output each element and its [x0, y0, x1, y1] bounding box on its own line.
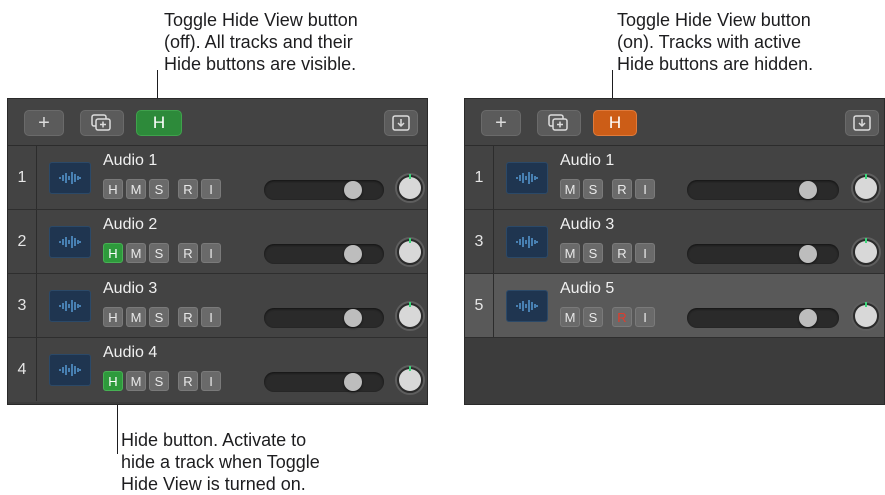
pan-knob[interactable]	[395, 173, 425, 203]
add-track-button[interactable]: +	[24, 110, 64, 136]
record-enable-button[interactable]: R	[178, 243, 198, 263]
input-monitoring-button[interactable]: I	[201, 307, 221, 327]
track-number: 1	[8, 146, 37, 209]
volume-slider[interactable]	[687, 180, 839, 200]
solo-button[interactable]: S	[583, 179, 603, 199]
download-icon	[392, 115, 410, 131]
mute-button[interactable]: M	[560, 243, 580, 263]
download-button[interactable]	[384, 110, 418, 136]
track-row[interactable]: 3 Audio 3 M S R I	[465, 210, 884, 274]
audio-waveform-icon	[506, 290, 548, 322]
solo-button[interactable]: S	[149, 307, 169, 327]
toolbar: + H	[465, 99, 884, 146]
mute-button[interactable]: M	[126, 243, 146, 263]
add-track-button[interactable]: +	[481, 110, 521, 136]
plus-icon: +	[38, 111, 50, 134]
mute-button[interactable]: M	[560, 307, 580, 327]
add-folder-button[interactable]	[80, 110, 124, 136]
record-enable-button[interactable]: R	[612, 243, 632, 263]
toolbar: + H	[8, 99, 427, 146]
record-enable-button[interactable]: R	[178, 371, 198, 391]
track-number: 5	[465, 274, 494, 337]
folder-plus-icon	[91, 114, 111, 131]
track-number: 3	[8, 274, 37, 337]
track-number: 2	[8, 210, 37, 273]
track-list: 1 Audio 1 M S R I 3 Audio 3 M S R I 5 Au…	[465, 146, 884, 404]
track-name[interactable]: Audio 2	[103, 216, 157, 234]
track-number: 3	[465, 210, 494, 273]
hide-button[interactable]: H	[103, 243, 123, 263]
download-icon	[853, 115, 871, 131]
track-name[interactable]: Audio 3	[560, 216, 614, 234]
toggle-hide-view-button[interactable]: H	[136, 110, 182, 136]
folder-plus-icon	[548, 114, 568, 131]
audio-waveform-icon	[506, 226, 548, 258]
track-header-panel-right: + H 1 Audio 1 M S R I 3 Audio 3 M S R I …	[464, 98, 885, 405]
track-number: 4	[8, 338, 37, 401]
callout-hide-button: Hide button. Activate to hide a track wh…	[121, 430, 320, 494]
solo-button[interactable]: S	[149, 179, 169, 199]
track-row[interactable]: 3 Audio 3 H M S R I	[8, 274, 427, 338]
track-name[interactable]: Audio 5	[560, 280, 614, 298]
pan-knob[interactable]	[851, 301, 881, 331]
pan-knob[interactable]	[395, 237, 425, 267]
audio-waveform-icon	[49, 162, 91, 194]
solo-button[interactable]: S	[149, 371, 169, 391]
input-monitoring-button[interactable]: I	[635, 179, 655, 199]
pan-knob[interactable]	[851, 173, 881, 203]
track-name[interactable]: Audio 1	[560, 152, 614, 170]
solo-button[interactable]: S	[583, 243, 603, 263]
input-monitoring-button[interactable]: I	[201, 179, 221, 199]
audio-waveform-icon	[49, 354, 91, 386]
callout-hide-view-off: Toggle Hide View button (off). All track…	[164, 10, 358, 74]
add-folder-button[interactable]	[537, 110, 581, 136]
volume-slider[interactable]	[264, 244, 384, 264]
pan-knob[interactable]	[395, 365, 425, 395]
callout-hide-view-on: Toggle Hide View button (on). Tracks wit…	[617, 10, 814, 74]
download-button[interactable]	[845, 110, 879, 136]
input-monitoring-button[interactable]: I	[635, 243, 655, 263]
solo-button[interactable]: S	[583, 307, 603, 327]
mute-button[interactable]: M	[560, 179, 580, 199]
hide-button[interactable]: H	[103, 307, 123, 327]
track-row-selected[interactable]: 5 Audio 5 M S R I	[465, 274, 884, 338]
audio-waveform-icon	[49, 290, 91, 322]
record-enable-button[interactable]: R	[178, 307, 198, 327]
mute-button[interactable]: M	[126, 179, 146, 199]
plus-icon: +	[495, 111, 507, 134]
volume-slider[interactable]	[687, 308, 839, 328]
track-name[interactable]: Audio 1	[103, 152, 157, 170]
volume-slider[interactable]	[687, 244, 839, 264]
track-number: 1	[465, 146, 494, 209]
hide-button[interactable]: H	[103, 179, 123, 199]
audio-waveform-icon	[506, 162, 548, 194]
track-row[interactable]: 2 Audio 2 H M S R I	[8, 210, 427, 274]
mute-button[interactable]: M	[126, 307, 146, 327]
hide-button[interactable]: H	[103, 371, 123, 391]
track-row[interactable]: 1 Audio 1 M S R I	[465, 146, 884, 210]
volume-slider[interactable]	[264, 308, 384, 328]
pan-knob[interactable]	[395, 301, 425, 331]
volume-slider[interactable]	[264, 180, 384, 200]
record-enable-button[interactable]: R	[178, 179, 198, 199]
track-header-panel-left: + H 1 Audio 1 H M S R I 2 Audio 2 H M S …	[7, 98, 428, 405]
mute-button[interactable]: M	[126, 371, 146, 391]
record-enable-button[interactable]: R	[612, 307, 632, 327]
input-monitoring-button[interactable]: I	[201, 243, 221, 263]
track-name[interactable]: Audio 4	[103, 344, 157, 362]
track-row[interactable]: 1 Audio 1 H M S R I	[8, 146, 427, 210]
toggle-hide-view-button[interactable]: H	[593, 110, 637, 136]
input-monitoring-button[interactable]: I	[635, 307, 655, 327]
pan-knob[interactable]	[851, 237, 881, 267]
track-list: 1 Audio 1 H M S R I 2 Audio 2 H M S R I …	[8, 146, 427, 404]
track-row[interactable]: 4 Audio 4 H M S R I	[8, 338, 427, 402]
input-monitoring-button[interactable]: I	[201, 371, 221, 391]
volume-slider[interactable]	[264, 372, 384, 392]
solo-button[interactable]: S	[149, 243, 169, 263]
track-name[interactable]: Audio 3	[103, 280, 157, 298]
record-enable-button[interactable]: R	[612, 179, 632, 199]
audio-waveform-icon	[49, 226, 91, 258]
